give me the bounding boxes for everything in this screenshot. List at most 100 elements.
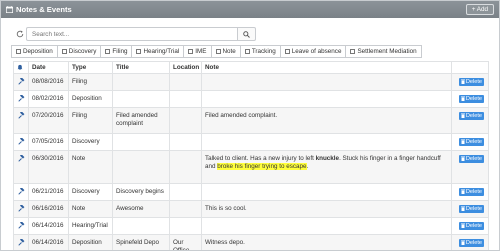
row-location [169,90,202,108]
filter-discovery[interactable]: Discovery [56,45,102,58]
delete-button[interactable]: Delete [458,205,484,213]
row-location [169,133,202,151]
filter-tracking[interactable]: Tracking [239,45,281,58]
add-button[interactable]: + Add [465,4,494,15]
row-type: Note [68,150,113,184]
row-type: Deposition [68,90,113,108]
search-button[interactable] [238,27,256,41]
delete-button[interactable]: Delete [458,112,484,120]
bold-keyword: knuckle [315,155,340,162]
table-row: 06/30/2016 Note Talked to client. Has a … [13,150,489,184]
table-header-row: Date Type Title Location Note [13,61,489,74]
row-note [201,217,452,235]
gavel-icon [17,111,24,119]
gavel-icon [17,221,24,229]
row-actions: Delete [451,150,489,184]
header-note[interactable]: Note [201,61,452,74]
row-type: Deposition [68,234,113,250]
row-title [112,217,170,235]
row-date: 06/16/2016 [28,200,69,218]
delete-button[interactable]: Delete [458,78,484,86]
checkbox[interactable] [16,49,21,54]
row-title [112,133,170,151]
trash-icon [460,156,465,161]
search-input[interactable] [26,27,238,41]
delete-button[interactable]: Delete [458,188,484,196]
row-location [169,107,202,134]
notes-events-panel: Notes & Events + Add Deposition Discover… [0,0,500,251]
row-type-cell [13,107,29,134]
row-type: Note [68,200,113,218]
header-type[interactable]: Type [68,61,113,74]
checkbox[interactable] [215,49,221,54]
highlighted-text: broke his finger trying to escape [217,163,307,170]
delete-button[interactable]: Delete [458,155,484,163]
row-note [201,73,452,91]
checkbox[interactable] [136,49,142,54]
header-date[interactable]: Date [28,61,69,74]
gavel-icon [17,187,24,195]
table-row: 07/05/2016 Discovery Delete [13,133,489,151]
gavel-icon [17,77,24,85]
gavel-icon [17,154,24,162]
trash-icon [460,223,465,228]
row-location [169,217,202,235]
row-location [169,150,202,184]
row-date: 07/20/2016 [28,107,69,134]
delete-button[interactable]: Delete [458,95,484,103]
table-row: 06/14/2016 Hearing/Trial Delete [13,217,489,235]
panel-header: Notes & Events + Add [1,1,499,18]
filter-filing[interactable]: Filing [100,45,133,58]
checkbox[interactable] [284,49,290,54]
delete-button[interactable]: Delete [458,138,484,146]
filter-settlement-mediation[interactable]: Settlement Mediation [345,45,422,58]
row-actions: Delete [451,90,489,108]
row-date: 08/02/2016 [28,90,69,108]
row-date: 07/05/2016 [28,133,69,151]
row-actions: Delete [451,217,489,235]
row-location [169,200,202,218]
row-title: Spinefeld Depo [112,234,170,250]
row-title [112,73,170,91]
checkbox[interactable] [350,49,356,54]
row-date: 06/14/2016 [28,217,69,235]
trash-icon [460,206,465,211]
checkbox[interactable] [188,49,194,54]
table-row: 06/21/2016 Discovery Discovery begins De… [13,183,489,201]
row-actions: Delete [451,107,489,134]
header-location[interactable]: Location [169,61,202,74]
refresh-icon[interactable] [13,27,26,41]
checkbox[interactable] [105,49,111,54]
row-type-cell [13,217,29,235]
row-actions: Delete [451,200,489,218]
checkbox[interactable] [244,49,250,54]
type-filters: Deposition Discovery Filing Hearing/Tria… [11,45,422,58]
row-title [112,90,170,108]
filter-hearing-trial[interactable]: Hearing/Trial [131,45,185,58]
row-note [201,183,452,201]
delete-button[interactable]: Delete [458,239,484,247]
row-type-cell [13,73,29,91]
header-title[interactable]: Title [112,61,170,74]
filter-leave-of-absence[interactable]: Leave of absence [279,45,347,58]
row-note [201,90,452,108]
row-type: Filing [68,107,113,134]
trash-icon [460,113,465,118]
row-type-cell [13,234,29,250]
row-title: Filed amended complaint [112,107,170,134]
filter-deposition[interactable]: Deposition [11,45,58,58]
trash-icon [460,96,465,101]
filter-ime[interactable]: IME [183,45,212,58]
row-title [112,150,170,184]
delete-button[interactable]: Delete [458,222,484,230]
row-actions: Delete [451,183,489,201]
row-note [201,133,452,151]
row-type: Discovery [68,183,113,201]
filter-note[interactable]: Note [210,45,241,58]
panel-title-text: Notes & Events [16,5,72,14]
row-date: 06/30/2016 [28,150,69,184]
row-title: Discovery begins [112,183,170,201]
checkbox[interactable] [61,49,67,54]
row-type-cell [13,150,29,184]
row-date: 06/14/2016 [28,234,69,250]
